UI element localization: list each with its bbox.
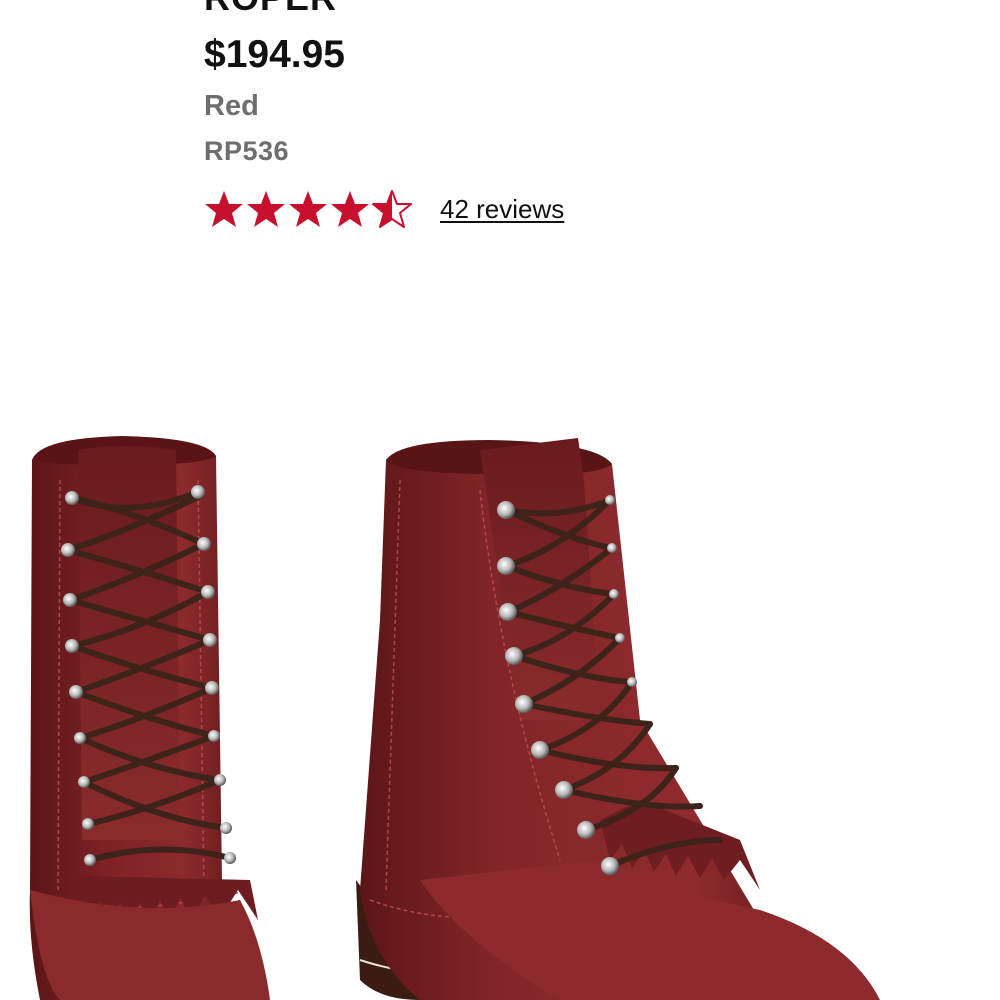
product-image	[0, 420, 1000, 1000]
star-icon	[289, 191, 327, 227]
product-rating[interactable]: 42 reviews	[204, 188, 564, 230]
product-sku: RP536	[204, 136, 290, 166]
star-icon	[205, 191, 243, 227]
star-icon	[331, 191, 369, 227]
left-boot	[29, 436, 270, 1000]
star-icon	[247, 191, 285, 227]
rating-stars	[204, 189, 412, 229]
product-color: Red	[204, 90, 259, 122]
product-title: ROPER	[204, 0, 337, 18]
star-half-icon	[372, 190, 412, 228]
boots-image	[29, 436, 880, 1000]
right-boot	[356, 438, 880, 1000]
product-page: ROPER $194.95 Red RP536 42 reviews	[0, 0, 1000, 1000]
product-price: $194.95	[204, 33, 345, 76]
reviews-link[interactable]: 42 reviews	[440, 194, 564, 224]
